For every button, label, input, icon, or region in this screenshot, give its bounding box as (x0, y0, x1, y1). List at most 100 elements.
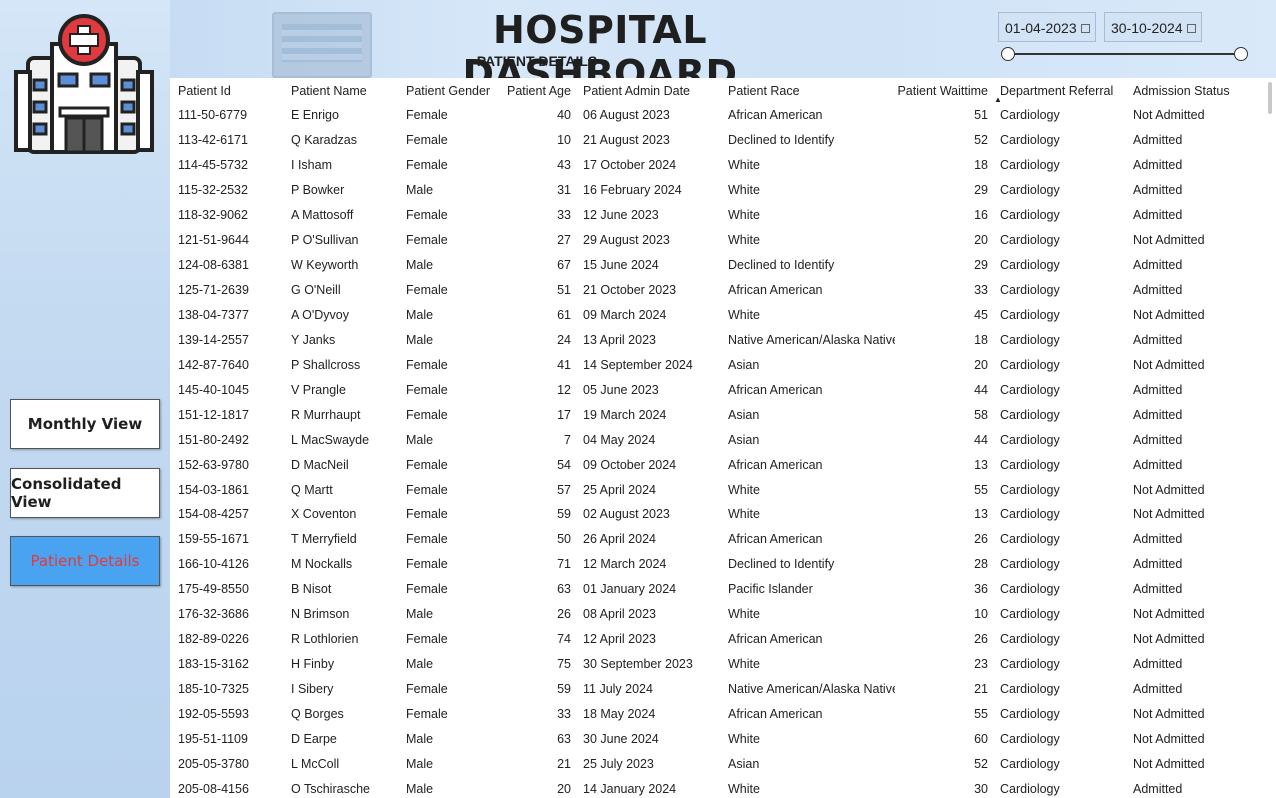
table-row[interactable]: 145-40-1045 V Prangle Female 12 05 June 2023… (170, 377, 1264, 402)
column-header-patient-gender[interactable]: Patient Gender (398, 78, 499, 103)
table-row[interactable]: 118-32-9062 A Mattosoff Female 33 12 June 20… (170, 203, 1264, 228)
column-header-patient-age[interactable]: Patient Age (499, 78, 575, 103)
table-cell: 44 (974, 432, 988, 447)
table-row[interactable]: 152-63-9780 D MacNeil Female 54 09 October 2… (170, 452, 1264, 477)
consolidated-view-button[interactable]: Consolidated View (10, 468, 160, 518)
table-row[interactable]: 113-42-6171 Q Karadzas Female 10 21 August 2… (170, 128, 1264, 153)
table-cell: Cardiology (1000, 607, 1060, 622)
end-date-field[interactable]: 30-10-2024 (1104, 12, 1202, 42)
table-cell: 26 April 2024 (583, 532, 656, 547)
table-row[interactable]: 111-50-6779 E Enrigo Female 40 06 August 202… (170, 103, 1264, 128)
table-row[interactable]: 142-87-7640 P Shallcross Female 41 14 Septem… (170, 352, 1264, 377)
table-cell: 192-05-5593 (178, 706, 249, 721)
table-cell: Not Admitted (1133, 233, 1205, 248)
table-row[interactable]: 115-32-2532 P Bowker Male 31 16 February 202… (170, 178, 1264, 203)
table-row[interactable]: 151-80-2492 L MacSwayde Male 7 04 May 2024 As… (170, 427, 1264, 452)
table-row[interactable]: 205-08-4156 O Tschirasche Male 20 14 January… (170, 776, 1264, 798)
table-row[interactable]: 154-03-1861 Q Martt Female 57 25 April 2024 W… (170, 477, 1264, 502)
table-cell: Female (406, 482, 448, 497)
table-cell: 25 July 2023 (583, 756, 654, 771)
table-cell: D MacNeil (291, 457, 349, 472)
table-cell: 19 March 2024 (583, 407, 667, 422)
table-cell: Cardiology (1000, 532, 1060, 547)
table-cell: Native American/Alaska Native (728, 682, 895, 697)
table-cell: 26 (974, 532, 988, 547)
table-cell: Cardiology (1000, 407, 1060, 422)
table-row[interactable]: 176-32-3686 N Brimson Male 26 08 April 2023 W… (170, 602, 1264, 627)
table-cell: 111-50-6779 (178, 108, 248, 123)
table-row[interactable]: 125-71-2639 G O'Neill Female 51 21 October 2… (170, 278, 1264, 303)
scrollbar-thumb[interactable] (1268, 82, 1272, 114)
table-cell: 176-32-3686 (178, 607, 249, 622)
vertical-scrollbar[interactable] (1264, 78, 1276, 798)
calendar-icon[interactable] (1081, 24, 1090, 33)
table-cell: 18 May 2024 (583, 706, 656, 721)
date-slider-track[interactable] (1006, 53, 1240, 55)
column-header-admin-date[interactable]: Patient Admin Date (575, 78, 720, 103)
table-cell: Female (406, 382, 448, 397)
table-row[interactable]: 195-51-1109 D Earpe Male 63 30 June 2024 Whit… (170, 726, 1264, 751)
table-cell: 166-10-4126 (178, 557, 249, 572)
table-row[interactable]: 205-05-3780 L McColl Male 21 25 July 2023 Asi… (170, 751, 1264, 776)
patient-details-button[interactable]: Patient Details (10, 536, 160, 586)
table-row[interactable]: 192-05-5593 Q Borges Female 33 18 May 2024 Af… (170, 702, 1264, 727)
table-cell: Cardiology (1000, 233, 1060, 248)
table-row[interactable]: 159-55-1671 T Merryfield Female 50 26 April … (170, 527, 1264, 552)
table-cell: 115-32-2532 (178, 183, 248, 198)
table-cell: 12 April 2023 (583, 632, 656, 647)
table-row[interactable]: 151-12-1817 R Murrhaupt Female 17 19 March 2… (170, 402, 1264, 427)
table-header-row: Patient Id Patient Name Patient Gender P… (170, 78, 1264, 105)
table-cell: Male (406, 332, 434, 347)
table-cell: African American (728, 283, 823, 298)
table-row[interactable]: 182-89-0226 R Lothlorien Female 74 12 April … (170, 627, 1264, 652)
monthly-view-button[interactable]: Monthly View (10, 399, 160, 449)
date-slider-end-handle[interactable] (1234, 47, 1248, 61)
table-cell: Male (406, 731, 434, 746)
column-header-waittime[interactable]: Patient Waittime (895, 78, 992, 103)
table-cell: 152-63-9780 (178, 457, 249, 472)
column-header-admission-status[interactable]: Admission Status (1125, 78, 1264, 103)
table-cell: 17 October 2024 (583, 158, 677, 173)
table-cell: Cardiology (1000, 482, 1060, 497)
column-header-patient-id[interactable]: Patient Id (170, 78, 283, 103)
table-cell: Declined to Identify (728, 557, 835, 572)
table-cell: I Isham (291, 158, 332, 173)
column-header-department-referral[interactable]: Department Referral ▲ (992, 78, 1125, 105)
table-cell: 205-08-4156 (178, 781, 249, 796)
table-cell: 125-71-2639 (178, 283, 249, 298)
table-cell: 28 (974, 557, 988, 572)
table-cell: Female (406, 632, 448, 647)
column-header-patient-race[interactable]: Patient Race (720, 78, 895, 103)
table-row[interactable]: 185-10-7325 I Sibery Female 59 11 July 2024 N… (170, 677, 1264, 702)
table-row[interactable]: 175-49-8550 B Nisot Female 63 01 January 202… (170, 577, 1264, 602)
table-row[interactable]: 121-51-9644 P O'Sullivan Female 27 29 August… (170, 228, 1264, 253)
table-row[interactable]: 154-08-4257 X Coventon Female 59 02 August 2… (170, 502, 1264, 527)
table-cell: Cardiology (1000, 258, 1060, 273)
table-cell: 12 March 2024 (583, 557, 667, 572)
table-cell: 13 April 2023 (583, 332, 656, 347)
start-date-field[interactable]: 01-04-2023 (998, 12, 1096, 42)
table-row[interactable]: 139-14-2557 Y Janks Male 24 13 April 2023 Nat… (170, 327, 1264, 352)
table-cell: African American (728, 706, 823, 721)
table-cell: White (728, 657, 760, 672)
table-cell: Female (406, 407, 448, 422)
table-cell: Declined to Identify (728, 258, 835, 273)
table-cell: Cardiology (1000, 557, 1060, 572)
table-row[interactable]: 183-15-3162 H Finby Male 75 30 September 202… (170, 652, 1264, 677)
table-row[interactable]: 138-04-7377 A O'Dyvoy Male 61 09 March 2024 W… (170, 303, 1264, 328)
table-cell: 139-14-2557 (178, 332, 249, 347)
calendar-icon[interactable] (1187, 24, 1196, 33)
table-row[interactable]: 166-10-4126 M Nockalls Female 71 12 March 20… (170, 552, 1264, 577)
table-row[interactable]: 114-45-5732 I Isham Female 43 17 October 202… (170, 153, 1264, 178)
table-cell: 182-89-0226 (178, 632, 249, 647)
table-cell: 151-12-1817 (178, 407, 249, 422)
column-header-patient-name[interactable]: Patient Name (283, 78, 398, 103)
table-row[interactable]: 124-08-6381 W Keyworth Male 67 15 June 2024 D… (170, 253, 1264, 278)
date-slider-start-handle[interactable] (1001, 47, 1015, 61)
table-cell: 31 (557, 183, 571, 198)
table-cell: Admitted (1133, 158, 1183, 173)
table-cell: Admitted (1133, 208, 1183, 223)
table-cell: R Murrhaupt (291, 407, 361, 422)
table-cell: 20 (974, 357, 988, 372)
table-cell: 43 (557, 158, 571, 173)
